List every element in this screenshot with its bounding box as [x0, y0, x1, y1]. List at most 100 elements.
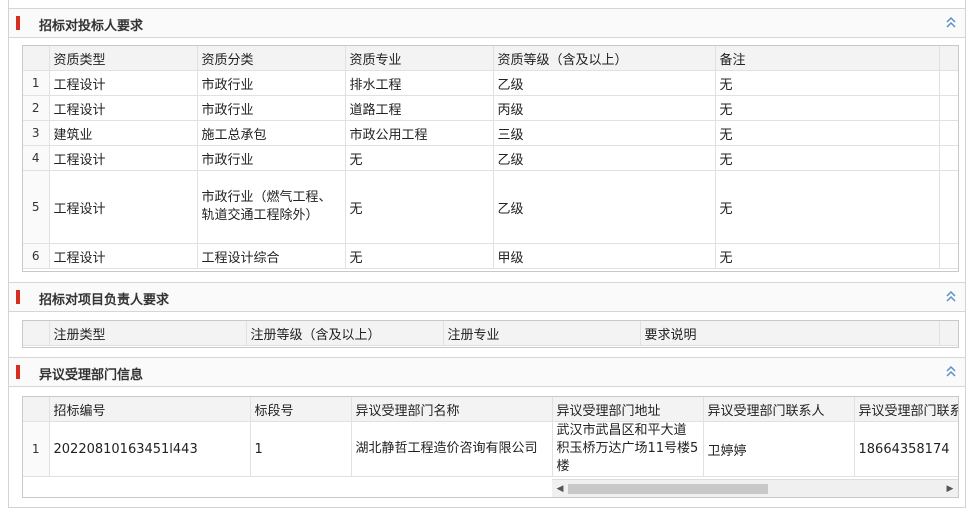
section-header-manager: 招标对项目负责人要求 — [9, 282, 965, 312]
cell-category: 市政行业 — [197, 95, 346, 121]
scrollbar-gap — [939, 170, 958, 244]
cell-specialty: 排水工程 — [345, 70, 494, 96]
section-title-manager: 招标对项目负责人要求 — [39, 293, 170, 308]
cell-phone: 18664358174 — [854, 421, 958, 477]
arrow-right-icon[interactable]: ▶ — [944, 483, 956, 495]
cell-category: 市政行业 — [197, 70, 346, 96]
cell-specialty: 无 — [345, 145, 494, 171]
cell-type: 工程设计 — [49, 70, 198, 96]
row-number-header — [23, 397, 50, 422]
cell-note: 无 — [715, 243, 940, 269]
accent-bar — [16, 365, 20, 379]
accent-bar — [16, 16, 20, 30]
cell-bid-code: 20220810163451l443 — [49, 421, 251, 477]
row-number: 5 — [23, 170, 50, 244]
objection-dept-table: 招标编号 标段号 异议受理部门名称 异议受理部门地址 异议受理部门联系人 异议受… — [23, 397, 958, 477]
column-header[interactable]: 异议受理部门联系电话 — [854, 397, 958, 422]
cell-type: 建筑业 — [49, 120, 198, 146]
column-header[interactable]: 标段号 — [250, 397, 352, 422]
column-header[interactable]: 注册专业 — [443, 321, 641, 346]
cell-type: 工程设计 — [49, 170, 198, 244]
accent-bar — [16, 290, 20, 304]
column-header[interactable]: 异议受理部门名称 — [351, 397, 553, 422]
double-chevron-up-icon[interactable] — [945, 363, 957, 379]
table-row[interactable]: 2 工程设计 市政行业 道路工程 丙级 无 — [23, 95, 958, 121]
scrollbar-thumb[interactable] — [568, 484, 768, 494]
cell-specialty: 无 — [345, 170, 494, 244]
row-number: 1 — [23, 421, 50, 477]
cell-category: 市政行业 — [197, 145, 346, 171]
column-header[interactable]: 资质等级（含及以上） — [493, 46, 716, 71]
column-header[interactable]: 资质分类 — [197, 46, 346, 71]
cell-category: 工程设计综合 — [197, 243, 346, 269]
cell-note: 无 — [715, 95, 940, 121]
cell-lot: 1 — [250, 421, 352, 477]
cell-note: 无 — [715, 120, 940, 146]
column-header[interactable]: 要求说明 — [640, 321, 940, 346]
cell-category: 施工总承包 — [197, 120, 346, 146]
table-header-row: 资质类型 资质分类 资质专业 资质等级（含及以上） 备注 — [23, 46, 958, 71]
page-frame: 招标对投标人要求 资质类型 资质分类 资质专业 资质等级（含及以上） 备注 1 — [8, 0, 966, 508]
cell-grade: 乙级 — [493, 170, 716, 244]
cell-specialty: 无 — [345, 243, 494, 269]
scrollbar-gap — [939, 70, 958, 96]
bidder-requirements-grid: 资质类型 资质分类 资质专业 资质等级（含及以上） 备注 1 工程设计 市政行业… — [22, 45, 959, 272]
double-chevron-up-icon[interactable] — [945, 288, 957, 304]
cell-grade: 乙级 — [493, 70, 716, 96]
cell-category: 市政行业（燃气工程、轨道交通工程除外） — [197, 170, 346, 244]
table-header-row: 注册类型 注册等级（含及以上） 注册专业 要求说明 — [23, 321, 958, 346]
manager-requirements-table: 注册类型 注册等级（含及以上） 注册专业 要求说明 — [23, 321, 958, 346]
row-number: 3 — [23, 120, 50, 146]
column-header[interactable]: 注册类型 — [49, 321, 247, 346]
double-chevron-up-icon[interactable] — [945, 14, 957, 30]
row-number: 1 — [23, 70, 50, 96]
column-header[interactable]: 备注 — [715, 46, 940, 71]
section-title-bidder: 招标对投标人要求 — [39, 19, 144, 34]
cell-note: 无 — [715, 145, 940, 171]
table-row[interactable]: 6 工程设计 工程设计综合 无 甲级 无 — [23, 243, 958, 269]
scrollbar-gap — [939, 321, 958, 346]
cell-contact: 卫婷婷 — [703, 421, 855, 477]
table-row[interactable]: 1 工程设计 市政行业 排水工程 乙级 无 — [23, 70, 958, 96]
cell-type: 工程设计 — [49, 243, 198, 269]
objection-dept-grid: 招标编号 标段号 异议受理部门名称 异议受理部门地址 异议受理部门联系人 异议受… — [22, 396, 959, 498]
row-number: 4 — [23, 145, 50, 171]
table-header-row: 招标编号 标段号 异议受理部门名称 异议受理部门地址 异议受理部门联系人 异议受… — [23, 397, 958, 422]
horizontal-scrollbar[interactable]: ◀ ▶ — [552, 479, 958, 497]
row-number-header — [23, 321, 50, 346]
cell-note: 无 — [715, 70, 940, 96]
cell-note: 无 — [715, 170, 940, 244]
column-header[interactable]: 异议受理部门联系人 — [703, 397, 855, 422]
section-header-bidder: 招标对投标人要求 — [9, 8, 965, 38]
manager-requirements-grid: 注册类型 注册等级（含及以上） 注册专业 要求说明 — [22, 320, 959, 348]
cell-specialty: 道路工程 — [345, 95, 494, 121]
cell-grade: 甲级 — [493, 243, 716, 269]
column-header[interactable]: 招标编号 — [49, 397, 251, 422]
cell-dept-name: 湖北静哲工程造价咨询有限公司 — [351, 421, 553, 477]
scrollbar-gap — [939, 243, 958, 269]
column-header[interactable]: 注册等级（含及以上） — [246, 321, 444, 346]
scrollbar-gap — [939, 145, 958, 171]
row-number: 6 — [23, 243, 50, 269]
table-row[interactable]: 1 20220810163451l443 1 湖北静哲工程造价咨询有限公司 武汉… — [23, 421, 958, 477]
table-row[interactable]: 4 工程设计 市政行业 无 乙级 无 — [23, 145, 958, 171]
scrollbar-gap — [939, 95, 958, 121]
cell-dept-address: 武汉市武昌区和平大道积玉桥万达广场11号楼5楼 — [552, 421, 704, 477]
table-row[interactable]: 3 建筑业 施工总承包 市政公用工程 三级 无 — [23, 120, 958, 146]
scrollbar-gap — [939, 120, 958, 146]
section-header-objection: 异议受理部门信息 — [9, 357, 965, 387]
column-header[interactable]: 资质专业 — [345, 46, 494, 71]
section-title-objection: 异议受理部门信息 — [39, 368, 144, 383]
row-number-header — [23, 46, 50, 71]
scrollbar-gap — [939, 46, 958, 71]
bidder-requirements-table: 资质类型 资质分类 资质专业 资质等级（含及以上） 备注 1 工程设计 市政行业… — [23, 46, 958, 269]
cell-type: 工程设计 — [49, 95, 198, 121]
column-header[interactable]: 异议受理部门地址 — [552, 397, 704, 422]
cell-grade: 三级 — [493, 120, 716, 146]
cell-grade: 乙级 — [493, 145, 716, 171]
cell-specialty: 市政公用工程 — [345, 120, 494, 146]
table-row[interactable]: 5 工程设计 市政行业（燃气工程、轨道交通工程除外） 无 乙级 无 — [23, 170, 958, 244]
cell-type: 工程设计 — [49, 145, 198, 171]
arrow-left-icon[interactable]: ◀ — [554, 483, 566, 495]
column-header[interactable]: 资质类型 — [49, 46, 198, 71]
